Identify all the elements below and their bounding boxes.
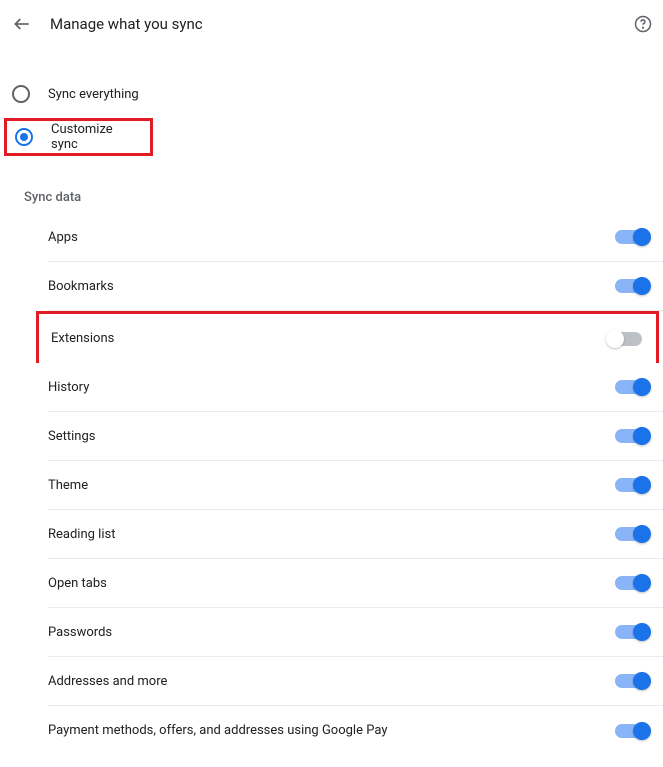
section-title: Sync data	[0, 156, 663, 213]
sync-row-apps: Apps	[48, 213, 663, 262]
radio-label: Sync everything	[48, 87, 139, 102]
sync-label: Apps	[48, 230, 78, 245]
sync-row-addresses: Addresses and more	[48, 657, 663, 706]
radio-group: Sync everything Customize sync	[0, 44, 663, 156]
toggle-extensions[interactable]	[608, 332, 642, 346]
toggle-settings[interactable]	[615, 429, 649, 443]
toggle-reading-list[interactable]	[615, 527, 649, 541]
highlight-extensions: Extensions	[36, 311, 659, 363]
back-arrow-icon[interactable]	[12, 14, 32, 34]
sync-label: Payment methods, offers, and addresses u…	[48, 723, 387, 738]
page-title: Manage what you sync	[50, 15, 633, 33]
sync-label: History	[48, 380, 89, 395]
sync-row-theme: Theme	[48, 461, 663, 510]
sync-row-payment: Payment methods, offers, and addresses u…	[48, 706, 663, 755]
sync-label: Reading list	[48, 527, 115, 542]
toggle-apps[interactable]	[615, 230, 649, 244]
sync-list: Apps Bookmarks	[0, 213, 663, 311]
radio-unselected-icon	[12, 85, 30, 103]
header: Manage what you sync	[0, 0, 663, 44]
sync-label: Bookmarks	[48, 279, 114, 294]
sync-label: Extensions	[51, 331, 114, 346]
radio-selected-icon	[15, 128, 33, 146]
toggle-history[interactable]	[615, 380, 649, 394]
radio-label: Customize sync	[51, 122, 136, 152]
toggle-passwords[interactable]	[615, 625, 649, 639]
sync-row-extensions: Extensions	[36, 311, 659, 363]
sync-label: Theme	[48, 478, 88, 493]
radio-sync-everything[interactable]: Sync everything	[0, 74, 663, 114]
sync-label: Addresses and more	[48, 674, 167, 689]
toggle-addresses[interactable]	[615, 674, 649, 688]
toggle-bookmarks[interactable]	[615, 279, 649, 293]
sync-row-history: History	[48, 363, 663, 412]
sync-row-open-tabs: Open tabs	[48, 559, 663, 608]
toggle-theme[interactable]	[615, 478, 649, 492]
sync-row-bookmarks: Bookmarks	[48, 262, 663, 311]
toggle-payment[interactable]	[615, 724, 649, 738]
sync-row-settings: Settings	[48, 412, 663, 461]
sync-label: Open tabs	[48, 576, 107, 591]
radio-customize-sync[interactable]: Customize sync	[4, 118, 153, 156]
sync-label: Passwords	[48, 625, 112, 640]
help-icon[interactable]	[633, 14, 653, 34]
sync-label: Settings	[48, 429, 95, 444]
sync-list-continued: History Settings Theme Reading list Open…	[0, 363, 663, 755]
toggle-open-tabs[interactable]	[615, 576, 649, 590]
sync-row-reading-list: Reading list	[48, 510, 663, 559]
sync-row-passwords: Passwords	[48, 608, 663, 657]
